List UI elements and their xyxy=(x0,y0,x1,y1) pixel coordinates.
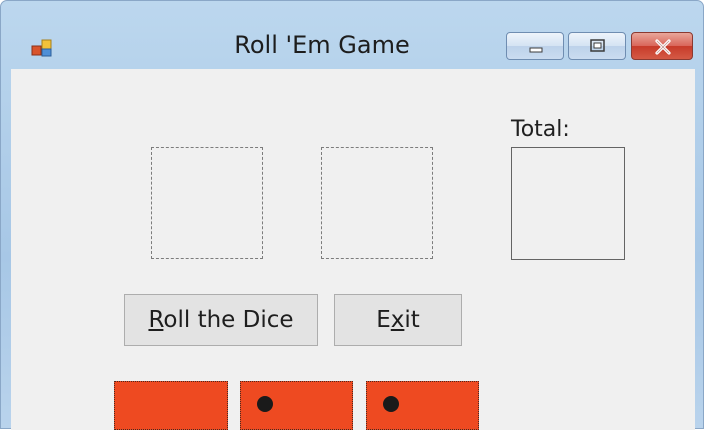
exit-button-accelerator: x xyxy=(390,307,405,333)
close-icon xyxy=(655,39,671,55)
close-button[interactable] xyxy=(631,32,693,60)
exit-button[interactable]: Exit xyxy=(334,294,462,346)
maximize-button[interactable] xyxy=(568,32,626,60)
die1-picturebox xyxy=(151,147,263,259)
form-client-area: Total: Roll the Dice Exit xyxy=(11,69,695,430)
dice-face-one xyxy=(240,381,353,430)
pip-dot xyxy=(257,396,273,412)
total-output xyxy=(511,147,625,260)
dice-face-blank xyxy=(114,381,228,430)
dice-face-one xyxy=(366,381,479,430)
minimize-button[interactable] xyxy=(506,32,564,60)
roll-button-accelerator: R xyxy=(148,307,164,333)
exit-button-text-end: it xyxy=(404,307,420,333)
roll-button-text-end: oll the Dice xyxy=(163,307,294,333)
exit-button-text-start: E xyxy=(376,307,391,333)
pip-dot xyxy=(383,396,399,412)
minimize-icon xyxy=(529,47,543,53)
maximize-icon xyxy=(590,39,605,52)
app-window: Roll 'Em Game Total: Roll the Dice Exit xyxy=(0,0,704,430)
die2-picturebox xyxy=(321,147,433,259)
title-bar[interactable]: Roll 'Em Game xyxy=(1,1,703,69)
roll-the-dice-button[interactable]: Roll the Dice xyxy=(124,294,318,346)
total-label: Total: xyxy=(511,117,570,142)
